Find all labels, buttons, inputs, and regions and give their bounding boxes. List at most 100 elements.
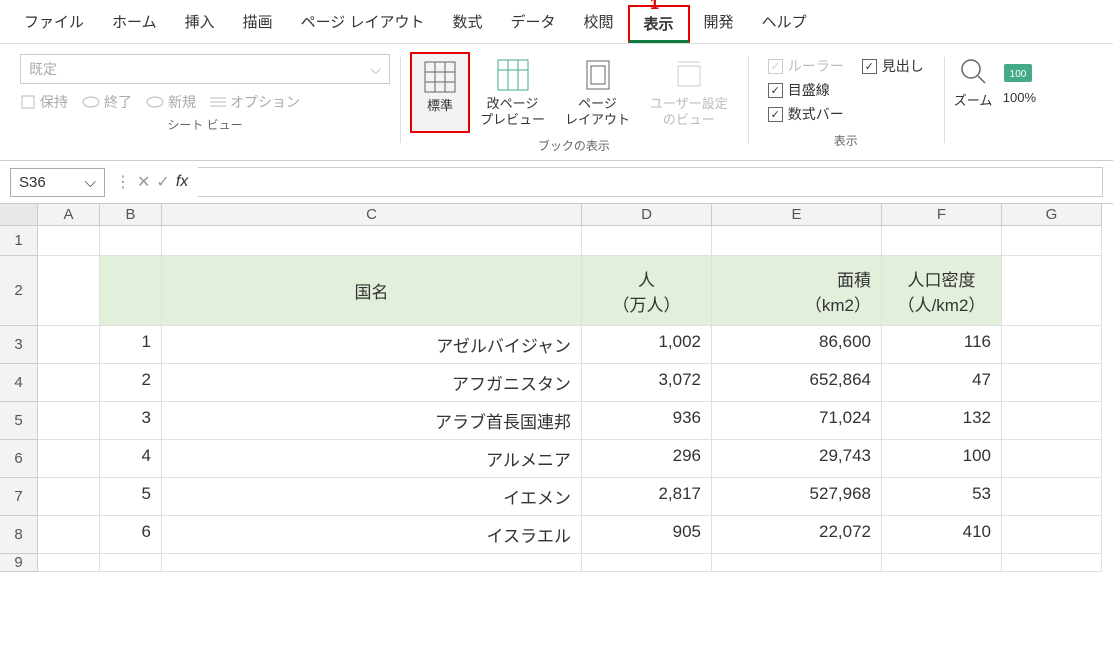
menu-file[interactable]: ファイル (10, 5, 98, 43)
cell[interactable]: 132 (882, 402, 1002, 440)
row-header-3[interactable]: 3 (0, 326, 38, 364)
cancel-icon[interactable]: ✕ (137, 172, 150, 192)
cell[interactable]: 29,743 (712, 440, 882, 478)
cell[interactable] (1002, 256, 1102, 326)
cell[interactable]: 410 (882, 516, 1002, 554)
header-population[interactable]: 人 （万人） (582, 256, 712, 326)
cell[interactable] (100, 256, 162, 326)
cell[interactable]: アルメニア (162, 440, 582, 478)
header-country[interactable]: 国名 (162, 256, 582, 326)
headings-checkbox[interactable]: ✓見出し (862, 56, 924, 76)
options-button[interactable]: オプション (210, 92, 300, 112)
menu-home[interactable]: ホーム (98, 5, 171, 43)
cell[interactable] (1002, 554, 1102, 572)
page-layout-button[interactable]: ページ レイアウト (555, 52, 640, 133)
cell[interactable]: 1,002 (582, 326, 712, 364)
col-header-e[interactable]: E (712, 204, 882, 226)
cell[interactable] (712, 554, 882, 572)
cell[interactable]: 3 (100, 402, 162, 440)
cell[interactable] (162, 554, 582, 572)
cell[interactable] (100, 226, 162, 256)
row-header-8[interactable]: 8 (0, 516, 38, 554)
cell[interactable]: 71,024 (712, 402, 882, 440)
page-break-preview-button[interactable]: 改ページ プレビュー (470, 52, 555, 133)
cell[interactable]: 47 (882, 364, 1002, 402)
menu-review[interactable]: 校閲 (570, 5, 628, 43)
cell[interactable]: 905 (582, 516, 712, 554)
menu-formula[interactable]: 数式 (438, 5, 496, 43)
cell[interactable]: 527,968 (712, 478, 882, 516)
row-header-2[interactable]: 2 (0, 256, 38, 326)
cell[interactable]: イエメン (162, 478, 582, 516)
cell[interactable] (1002, 440, 1102, 478)
cell[interactable]: 4 (100, 440, 162, 478)
enter-icon[interactable]: ✓ (156, 172, 169, 192)
cell[interactable]: 2 (100, 364, 162, 402)
cell[interactable]: 22,072 (712, 516, 882, 554)
header-density[interactable]: 人口密度 （人/km2） (882, 256, 1002, 326)
row-header-1[interactable]: 1 (0, 226, 38, 256)
cell[interactable] (38, 478, 100, 516)
cell[interactable] (38, 440, 100, 478)
cell[interactable]: 116 (882, 326, 1002, 364)
zoom-button[interactable]: ズーム (954, 56, 993, 109)
cell[interactable]: 5 (100, 478, 162, 516)
zoom-100-button[interactable]: 100 100% (1002, 56, 1036, 105)
cell[interactable]: 53 (882, 478, 1002, 516)
cell[interactable] (38, 226, 100, 256)
menu-developer[interactable]: 開発 (690, 5, 748, 43)
col-header-c[interactable]: C (162, 204, 582, 226)
cell[interactable]: 1 (100, 326, 162, 364)
row-header-4[interactable]: 4 (0, 364, 38, 402)
cell[interactable]: 86,600 (712, 326, 882, 364)
cell[interactable] (38, 256, 100, 326)
cell[interactable] (1002, 326, 1102, 364)
cell[interactable] (712, 226, 882, 256)
header-area[interactable]: 面積 （km2） (712, 256, 882, 326)
row-header-9[interactable]: 9 (0, 554, 38, 572)
gridlines-checkbox[interactable]: ✓目盛線 (768, 80, 924, 100)
formula-bar-checkbox[interactable]: ✓数式バー (768, 104, 924, 124)
exit-button[interactable]: 終了 (82, 92, 132, 112)
cell[interactable] (1002, 226, 1102, 256)
new-button[interactable]: 新規 (146, 92, 196, 112)
cell[interactable]: アラブ首長国連邦 (162, 402, 582, 440)
formula-input[interactable] (198, 167, 1103, 197)
cell[interactable]: アフガニスタン (162, 364, 582, 402)
expand-icon[interactable]: ⋮ (115, 172, 131, 192)
cell[interactable]: 2,817 (582, 478, 712, 516)
cell[interactable] (38, 402, 100, 440)
cell[interactable]: アゼルバイジャン (162, 326, 582, 364)
cell[interactable] (882, 554, 1002, 572)
cell[interactable]: イスラエル (162, 516, 582, 554)
cell[interactable] (882, 226, 1002, 256)
menu-page-layout[interactable]: ページ レイアウト (287, 5, 439, 43)
row-header-7[interactable]: 7 (0, 478, 38, 516)
col-header-b[interactable]: B (100, 204, 162, 226)
cell[interactable]: 936 (582, 402, 712, 440)
cell[interactable] (162, 226, 582, 256)
col-header-d[interactable]: D (582, 204, 712, 226)
menu-draw[interactable]: 描画 (229, 5, 287, 43)
cell[interactable] (1002, 516, 1102, 554)
row-header-5[interactable]: 5 (0, 402, 38, 440)
cell[interactable] (1002, 478, 1102, 516)
cell[interactable] (582, 226, 712, 256)
cell[interactable]: 296 (582, 440, 712, 478)
cell[interactable]: 6 (100, 516, 162, 554)
cell[interactable] (38, 554, 100, 572)
cell[interactable]: 3,072 (582, 364, 712, 402)
menu-data[interactable]: データ (497, 5, 570, 43)
name-box[interactable]: S36 ⌵ (10, 168, 105, 197)
cell[interactable]: 652,864 (712, 364, 882, 402)
col-header-f[interactable]: F (882, 204, 1002, 226)
menu-view[interactable]: 表示 (628, 5, 690, 43)
sheet-view-dropdown[interactable]: 既定 ⌵ (20, 54, 390, 84)
cell[interactable] (38, 326, 100, 364)
select-all-corner[interactable] (0, 204, 38, 226)
row-header-6[interactable]: 6 (0, 440, 38, 478)
cell[interactable] (100, 554, 162, 572)
cell[interactable] (582, 554, 712, 572)
col-header-a[interactable]: A (38, 204, 100, 226)
normal-view-button[interactable]: 標準 (410, 52, 470, 133)
